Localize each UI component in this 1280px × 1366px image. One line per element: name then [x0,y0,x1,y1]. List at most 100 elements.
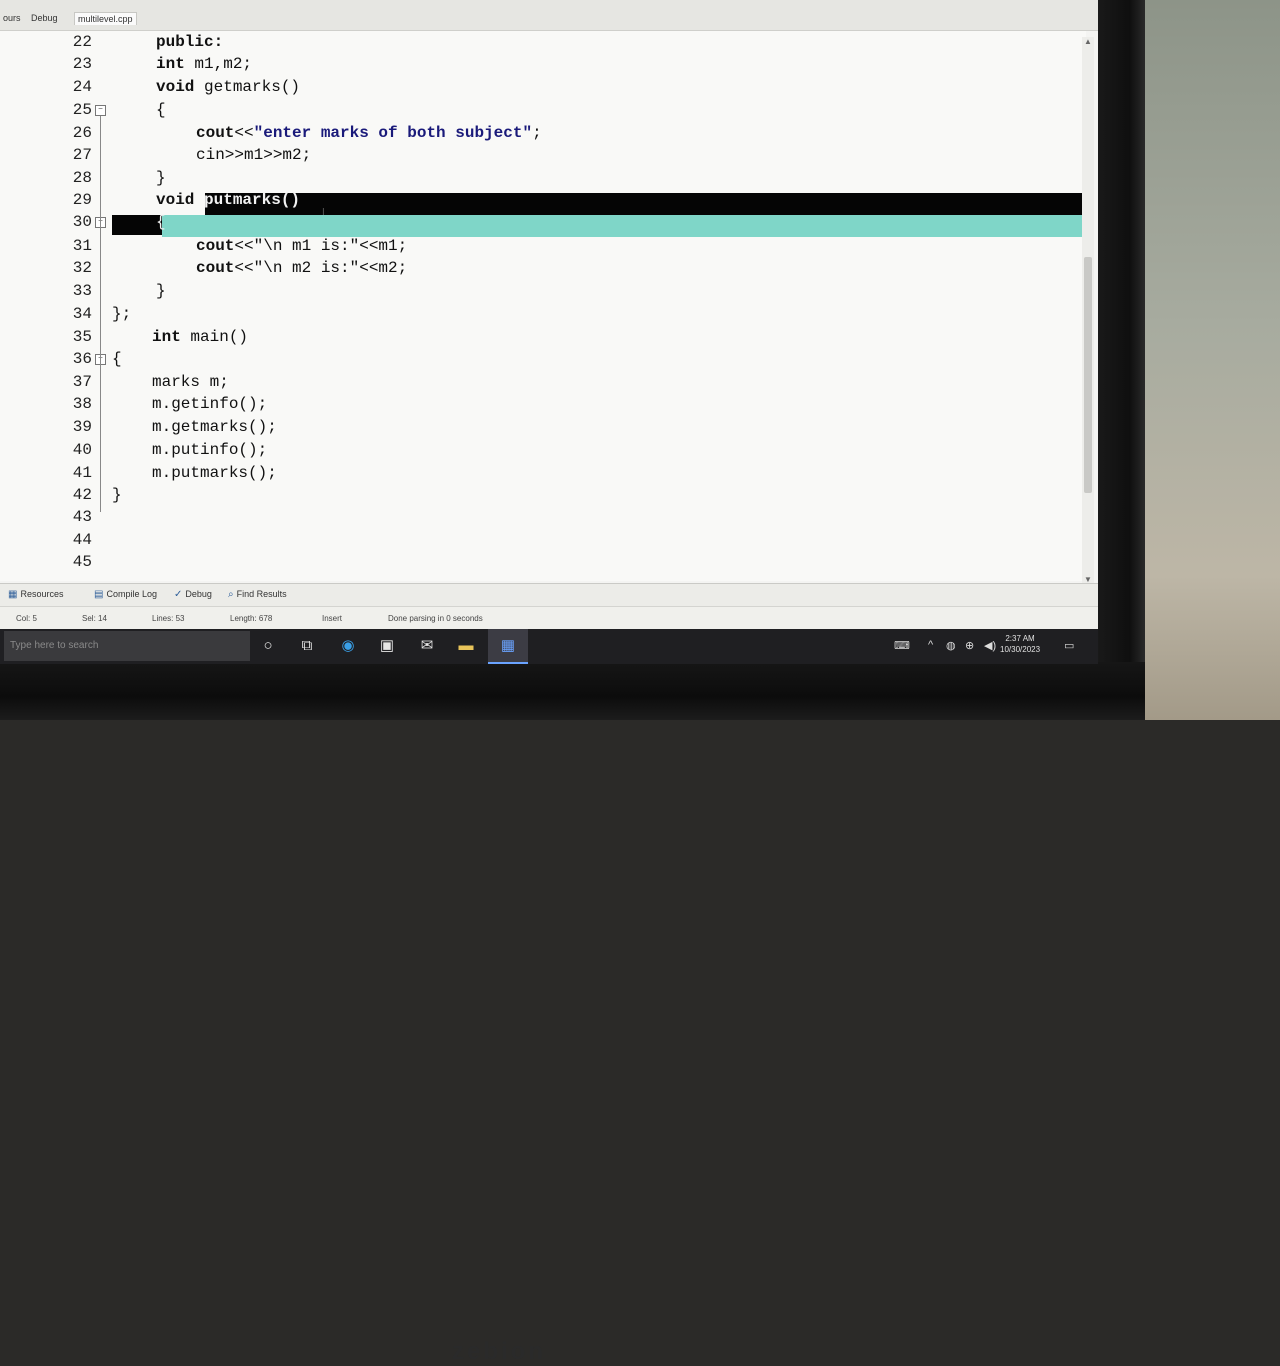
line-number: 30 [72,213,92,231]
monitor-bezel-right [1095,0,1145,700]
code-token: void [156,78,195,96]
line-number: 23 [72,55,92,73]
edge-browser-icon[interactable]: ◉ [337,635,359,657]
taskbar-devcpp-button[interactable]: ▦ [488,629,528,664]
mail-icon[interactable]: ✉ [416,635,438,657]
code-token: <<"\n m1 is:"<<m1; [234,237,408,255]
line-number: 35 [72,328,92,346]
code-line: { [156,213,166,231]
code-token: getmarks() [194,78,301,96]
code-token: cout [196,124,235,142]
resources-icon: ▦ [8,589,18,600]
windows-taskbar: Type here to search ○ ⧉ ◉ ▣ ✉ ▬ ▦ ⌨ ^ ◍ … [0,629,1098,664]
monitor-screen: ours Debug multilevel.cpp 22 23 24 25 26… [0,0,1098,664]
status-mode: Insert [322,614,343,623]
globe-icon[interactable]: ⊕ [965,639,974,652]
file-tab-strip: ours Debug multilevel.cpp [0,0,1098,31]
code-editor[interactable]: 22 23 24 25 26 27 28 29 30 31 32 33 34 3… [0,31,1086,581]
line-number: 40 [72,441,92,459]
code-token: int [156,55,185,73]
line-number: 44 [72,531,92,549]
code-line: } [156,169,166,187]
devcpp-app-icon: ▦ [500,637,516,654]
code-line: cout<<"\n m1 is:"<<m1; [196,237,407,255]
current-line-highlight [162,215,1086,237]
status-bar: Col: 5 Sel: 14 Lines: 53 Length: 678 Ins… [0,606,1098,629]
code-line: void getmarks() [156,78,300,96]
code-token: cout [196,237,235,255]
network-icon[interactable]: ◍ [946,639,956,652]
volume-icon[interactable]: ◀) [984,639,996,652]
taskbar-clock[interactable]: 2:37 AM 10/30/2023 [1000,633,1040,655]
file-tab-0[interactable]: ours [0,12,24,24]
line-number: 39 [72,418,92,436]
line-number: 22 [72,33,92,51]
tab-resources[interactable]: ▦ Resources [8,589,63,600]
monitor-brand-logo: zebion [452,1338,546,1365]
keyboard-icon[interactable]: ⌨ [894,639,910,652]
scroll-up-icon[interactable]: ▲ [1084,37,1092,46]
line-number: 31 [72,237,92,255]
status-sel: Sel: 14 [82,614,107,623]
debug-check-icon: ✓ [174,589,183,600]
status-lines: Lines: 53 [152,614,185,623]
line-number: 32 [72,259,92,277]
code-line: { [112,350,122,368]
code-token: int [152,328,181,346]
store-icon[interactable]: ▣ [376,635,398,657]
line-number: 33 [72,282,92,300]
file-tab-debug[interactable]: Debug [28,12,61,24]
code-token: main() [180,328,249,346]
code-line: { [156,101,166,119]
notification-icon[interactable]: ▭ [1064,639,1074,652]
line-number: 29 [72,191,92,209]
line-number: 41 [72,464,92,482]
line-number: 24 [72,78,92,96]
code-line: public: [156,33,223,51]
line-number: 42 [72,486,92,504]
fold-toggle-icon[interactable]: − [95,105,106,116]
file-explorer-icon[interactable]: ▬ [455,635,477,657]
tab-debug[interactable]: ✓ Debug [174,589,212,600]
clock-time: 2:37 AM [1005,634,1035,643]
code-line: marks m; [152,373,229,391]
code-token: void [156,191,195,209]
status-message: Done parsing in 0 seconds [388,614,483,623]
line-highlight-selection-start [112,215,162,235]
code-line: void putmarks() [156,191,300,209]
compile-log-icon: ▤ [94,589,104,600]
code-line: cout<<"enter marks of both subject"; [196,124,542,142]
code-token: <<"\n m2 is:"<<m2; [234,259,408,277]
code-line: }; [112,305,132,323]
code-token: cout [196,259,235,277]
tab-find-results[interactable]: ⌕ Find Results [228,589,287,600]
vertical-scrollbar[interactable]: ▲ ▼ [1082,37,1094,585]
selected-text: putmarks() [204,191,301,209]
line-number: 37 [72,373,92,391]
code-token: m1,m2; [184,55,253,73]
task-view-icon[interactable]: ⧉ [296,635,318,657]
code-string: "enter marks of both subject" [253,124,533,142]
line-highlight-selection [205,193,1082,215]
line-number: 28 [72,169,92,187]
line-number: 38 [72,395,92,413]
code-line: m.putmarks(); [152,464,277,482]
scrollbar-thumb[interactable] [1084,257,1092,493]
fold-guide-line [100,116,101,512]
line-number: 34 [72,305,92,323]
code-line: int m1,m2; [156,55,252,73]
background-wall [1140,0,1280,720]
code-line: m.putinfo(); [152,441,268,459]
bottom-panel-tabs: ▦ Resources ▤ Compile Log ✓ Debug ⌕ Find Res… [0,583,1098,606]
taskbar-search-input[interactable]: Type here to search [4,631,250,661]
line-number: 25 [72,101,92,119]
chevron-up-icon[interactable]: ^ [928,639,933,651]
monitor-bezel-bottom: zebion [0,662,1145,1365]
file-tab-multilevel[interactable]: multilevel.cpp [74,12,137,25]
cortana-icon[interactable]: ○ [257,635,279,657]
line-number: 45 [72,553,92,571]
line-number-gutter: 22 23 24 25 26 27 28 29 30 31 32 33 34 3… [0,31,108,581]
tab-compile-log[interactable]: ▤ Compile Log [94,589,157,600]
clock-date: 10/30/2023 [1000,645,1041,654]
line-number: 43 [72,508,92,526]
